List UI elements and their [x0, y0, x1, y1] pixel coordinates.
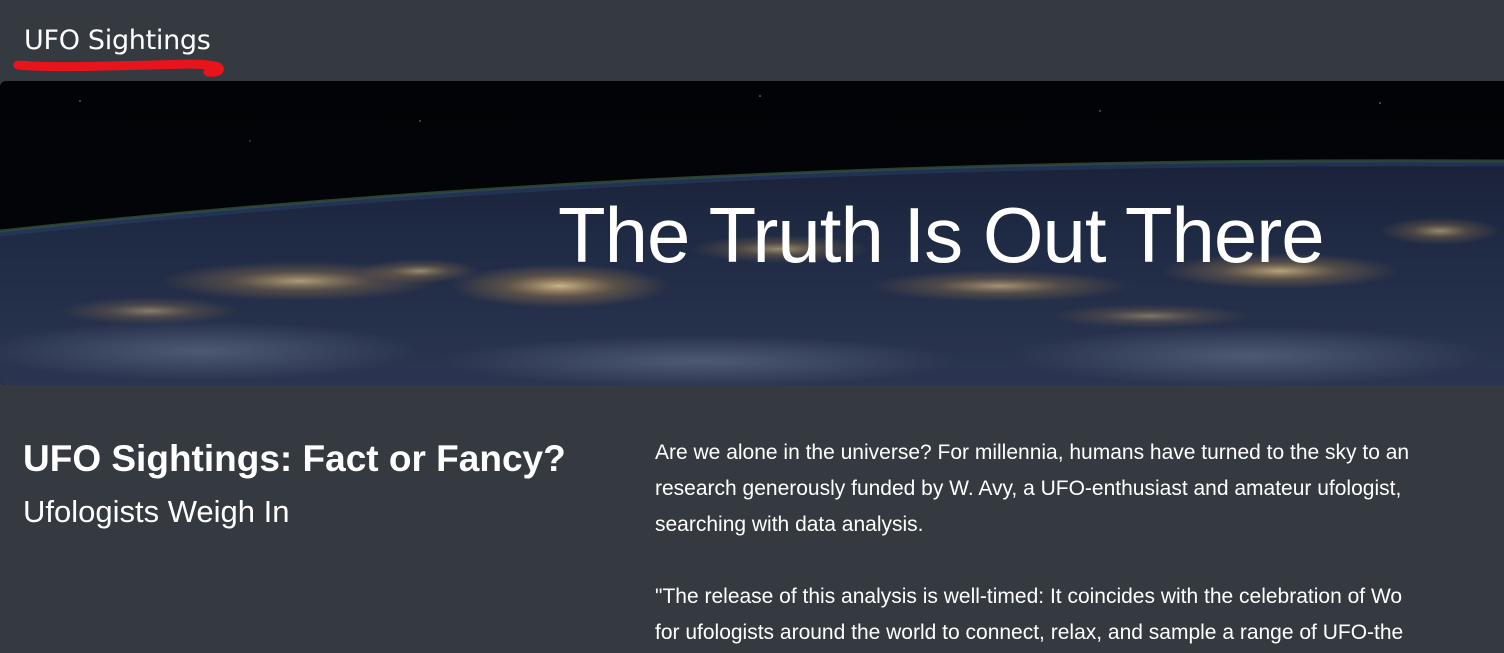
- navbar: UFO Sightings: [0, 0, 1504, 80]
- article-body: Are we alone in the universe? For millen…: [655, 435, 1504, 653]
- red-underline-annotation: [13, 59, 224, 77]
- article-heading: UFO Sightings: Fact or Fancy? Ufologists…: [23, 430, 623, 536]
- hero-title: The Truth Is Out There: [558, 191, 1325, 279]
- navbar-brand-link[interactable]: UFO Sightings: [24, 24, 211, 58]
- paragraph-line: for ufologists around the world to conne…: [655, 621, 1404, 644]
- hero-banner: The Truth Is Out There: [0, 81, 1504, 385]
- article-title: UFO Sightings: Fact or Fancy?: [23, 438, 566, 479]
- article-paragraph: Are we alone in the universe? For millen…: [655, 435, 1504, 543]
- paragraph-line: searching with data analysis.: [655, 513, 924, 536]
- paragraph-line: research generously funded by W. Avy, a …: [655, 477, 1402, 500]
- paragraph-line: "The release of this analysis is well-ti…: [655, 585, 1403, 608]
- article-subtitle: Ufologists Weigh In: [23, 494, 290, 529]
- paragraph-line: Are we alone in the universe? For millen…: [655, 441, 1410, 464]
- article-paragraph: "The release of this analysis is well-ti…: [655, 579, 1504, 651]
